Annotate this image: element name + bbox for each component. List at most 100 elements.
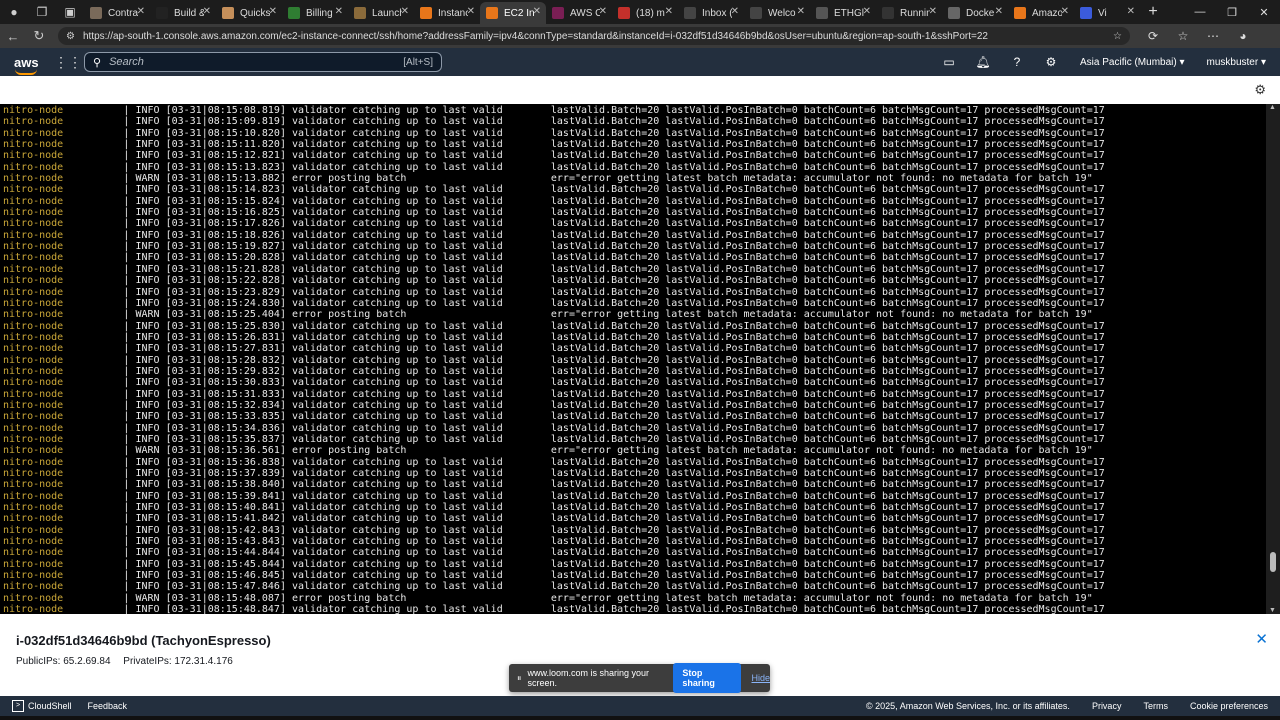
cloudshell-icon[interactable]: ▭	[932, 55, 966, 69]
site-info-icon[interactable]: ⚙	[66, 31, 75, 42]
tab-label: Instanc	[438, 7, 468, 19]
cookie-preferences-link[interactable]: Cookie preferences	[1190, 701, 1268, 711]
close-tab-icon[interactable]: ✕	[269, 6, 277, 17]
close-tab-icon[interactable]: ✕	[797, 6, 805, 17]
close-tab-icon[interactable]: ✕	[533, 6, 541, 17]
hide-button[interactable]: Hide	[751, 673, 770, 683]
tab-actions-icon[interactable]: ▣	[56, 0, 84, 24]
log-source: nitro-node	[3, 229, 64, 241]
aws-header: aws ⋮⋮⋮ ⚲ Search [Alt+S] ▭ 🔔︎ ? ⚙ Asia P…	[0, 48, 1280, 76]
browser-tab[interactable]: Runnin ✕	[876, 2, 942, 24]
terminal-line: nitro-node | INFO [03-31|08:15:09.819] v…	[3, 116, 1266, 127]
bookmark-star-icon[interactable]: ☆	[1113, 31, 1122, 42]
search-placeholder: Search	[109, 56, 144, 68]
browser-tab[interactable]: Amazo ✕	[1008, 2, 1074, 24]
help-icon[interactable]: ?	[1000, 55, 1034, 69]
profile-icon[interactable]: ●	[0, 0, 28, 24]
tab-label: (18) m	[636, 7, 665, 19]
back-icon[interactable]: ←	[0, 29, 26, 44]
log-source: nitro-node	[3, 161, 64, 173]
tab-favicon-icon	[1080, 7, 1092, 19]
log-source: nitro-node	[3, 456, 64, 468]
taskbar-strip	[0, 716, 1280, 720]
close-tab-icon[interactable]: ✕	[731, 6, 739, 17]
privacy-link[interactable]: Privacy	[1092, 701, 1122, 711]
aws-logo-text: aws	[14, 54, 39, 70]
log-message: | INFO [03-31|08:15:17.826] validator ca…	[63, 218, 1105, 230]
close-tab-icon[interactable]: ✕	[929, 6, 937, 17]
terminal-line: nitro-node | INFO [03-31|08:15:34.836] v…	[3, 423, 1266, 434]
browser-tab[interactable]: Launch ✕	[348, 2, 414, 24]
log-source: nitro-node	[3, 263, 64, 275]
browser-tab[interactable]: Contra ✕	[84, 2, 150, 24]
region-selector[interactable]: Asia Pacific (Mumbai) ▾	[1080, 57, 1185, 68]
log-message: | INFO [03-31|08:15:42.843] validator ca…	[63, 524, 1105, 536]
tab-favicon-icon	[684, 7, 696, 19]
scroll-down-icon[interactable]: ▼	[1269, 607, 1276, 614]
terminal-settings-icon[interactable]: ⚙	[1254, 82, 1266, 98]
browser-tab[interactable]: (18) m ✕	[612, 2, 678, 24]
extensions-icon[interactable]: ⟳	[1138, 29, 1168, 43]
browser-tab[interactable]: Instanc ✕	[414, 2, 480, 24]
menu-icon[interactable]: ⋯	[1198, 29, 1228, 43]
browser-tab[interactable]: EC2 In ✕	[480, 2, 546, 24]
browser-tab[interactable]: AWS C ✕	[546, 2, 612, 24]
screen-share-bar: ⏸ www.loom.com is sharing your screen. S…	[509, 663, 770, 693]
aws-logo[interactable]: aws	[14, 54, 44, 75]
log-message: | INFO [03-31|08:15:15.824] validator ca…	[63, 195, 1105, 207]
log-source: nitro-node	[3, 297, 64, 309]
services-grid-icon[interactable]: ⋮⋮⋮	[54, 54, 96, 71]
close-tab-icon[interactable]: ✕	[599, 6, 607, 17]
copilot-icon[interactable]: ◕	[1228, 29, 1258, 43]
notifications-icon[interactable]: 🔔︎	[966, 55, 1000, 69]
close-panel-icon[interactable]: ✕	[1255, 630, 1268, 648]
close-tab-icon[interactable]: ✕	[995, 6, 1003, 17]
close-tab-icon[interactable]: ✕	[863, 6, 871, 17]
terminal-line: nitro-node | INFO [03-31|08:15:17.826] v…	[3, 218, 1266, 229]
browser-tab[interactable]: Vi ✕	[1074, 2, 1140, 24]
close-tab-icon[interactable]: ✕	[401, 6, 409, 17]
browser-tab[interactable]: Docke ✕	[942, 2, 1008, 24]
close-tab-icon[interactable]: ✕	[665, 6, 673, 17]
browser-tab[interactable]: Build & ✕	[150, 2, 216, 24]
feedback-link[interactable]: Feedback	[88, 701, 128, 711]
close-tab-icon[interactable]: ✕	[1061, 6, 1069, 17]
browser-tab[interactable]: Quicks ✕	[216, 2, 282, 24]
settings-gear-icon[interactable]: ⚙	[1034, 55, 1068, 69]
terminal-line: nitro-node | INFO [03-31|08:15:15.824] v…	[3, 196, 1266, 207]
drag-handle-icon[interactable]: ⏸	[517, 673, 522, 684]
close-tab-icon[interactable]: ✕	[1127, 6, 1135, 17]
ssh-terminal[interactable]: nitro-node | INFO [03-31|08:15:08.819] v…	[0, 104, 1266, 614]
close-tab-icon[interactable]: ✕	[467, 6, 475, 17]
terminal-scrollbar[interactable]: ▲ ▼	[1266, 104, 1280, 614]
maximize-icon[interactable]: ❐	[1216, 6, 1248, 19]
close-tab-icon[interactable]: ✕	[137, 6, 145, 17]
account-menu[interactable]: muskbuster ▾	[1207, 57, 1266, 68]
scroll-up-icon[interactable]: ▲	[1269, 104, 1276, 111]
terminal-line: nitro-node | INFO [03-31|08:15:18.826] v…	[3, 230, 1266, 241]
workspaces-icon[interactable]: ❐	[28, 0, 56, 24]
minimize-icon[interactable]: —	[1184, 6, 1216, 19]
close-tab-icon[interactable]: ✕	[335, 6, 343, 17]
log-source: nitro-node	[3, 445, 64, 457]
browser-tab[interactable]: Billing ✕	[282, 2, 348, 24]
search-input[interactable]: ⚲ Search [Alt+S]	[84, 52, 442, 72]
new-tab-button[interactable]: +	[1140, 3, 1166, 21]
favorites-icon[interactable]: ☆	[1168, 29, 1198, 43]
reload-icon[interactable]: ↻	[26, 28, 52, 44]
browser-tab[interactable]: Inbox (✕	[678, 2, 744, 24]
address-bar[interactable]: ⚙ https://ap-south-1.console.aws.amazon.…	[58, 27, 1130, 45]
scrollbar-thumb[interactable]	[1270, 552, 1276, 572]
stop-sharing-button[interactable]: Stop sharing	[673, 663, 742, 693]
browser-tab[interactable]: ETHGl ✕	[810, 2, 876, 24]
close-window-icon[interactable]: ✕	[1248, 6, 1280, 19]
log-source: nitro-node	[3, 388, 64, 400]
terminal-line: nitro-node | INFO [03-31|08:15:47.846] v…	[3, 581, 1266, 592]
browser-tab[interactable]: Welco ✕	[744, 2, 810, 24]
cloudshell-button[interactable]: > CloudShell	[12, 700, 72, 712]
log-message: | INFO [03-31|08:15:23.829] validator ca…	[63, 286, 1105, 298]
close-tab-icon[interactable]: ✕	[203, 6, 211, 17]
terms-link[interactable]: Terms	[1143, 701, 1168, 711]
log-source: nitro-node	[3, 150, 64, 162]
window-controls: — ❐ ✕	[1184, 6, 1280, 19]
